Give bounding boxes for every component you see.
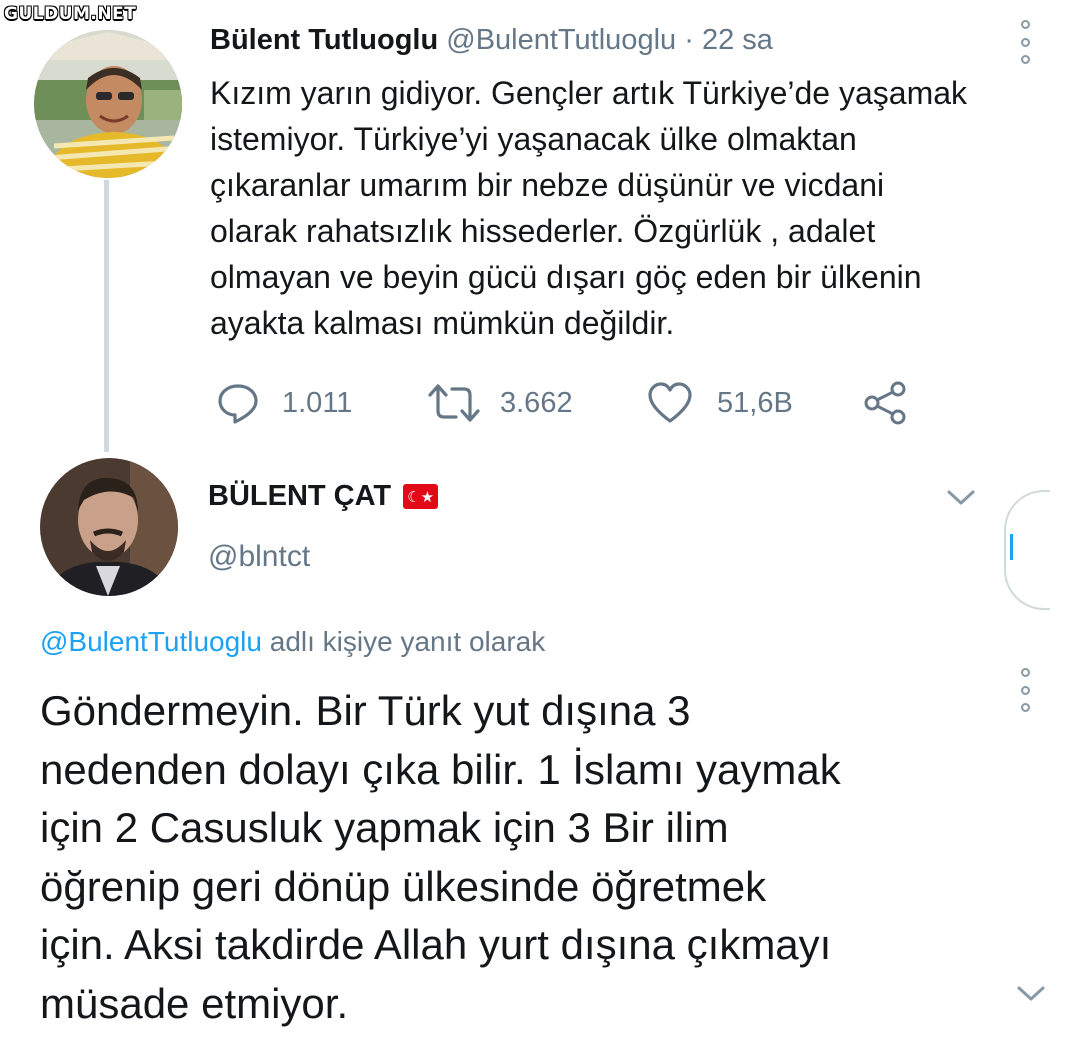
tweet2-text-line: Göndermeyin. Bir Türk yut dışına 3 <box>40 687 691 734</box>
tweet2-handle[interactable]: @blntct <box>208 540 310 574</box>
expand-chevron-down-icon[interactable] <box>1016 985 1046 1003</box>
reply-icon <box>218 384 258 424</box>
tweet1-text-line: olarak rahatsızlık hissederler. Özgürlük… <box>210 213 876 249</box>
retweet-icon <box>428 384 480 422</box>
tweet2-display-name[interactable]: BÜLENT ÇAT <box>208 480 391 513</box>
tweet1-display-name[interactable]: Bülent Tutluoglu <box>210 24 438 56</box>
tweet1-handle[interactable]: @BulentTutluoglu <box>446 24 676 56</box>
watermark-logo: GULDUM.NET <box>4 4 137 24</box>
tweet1-timestamp[interactable]: 22 sa <box>702 24 773 56</box>
tweet2-chevron-down-icon[interactable] <box>946 489 976 507</box>
tweet2-text-line: müsade etmiyor. <box>40 979 349 1027</box>
tweet2-header: BÜLENT ÇAT ☾★ <box>208 480 439 513</box>
reply-mention-link[interactable]: @BulentTutluoglu <box>40 626 262 657</box>
tweet1-avatar-photo <box>34 30 182 178</box>
reply-count: 1.011 <box>282 386 353 419</box>
tweet1-text-line: ayakta kalması mümkün değildir. <box>210 305 675 341</box>
tweet1-more-options-icon[interactable] <box>1018 20 1032 64</box>
share-button[interactable] <box>862 380 908 426</box>
like-button[interactable]: 51,6B <box>647 380 793 426</box>
heart-icon <box>648 382 692 423</box>
tweet1-text-line: istemiyor. Türkiye’yi yaşanacak ülke olm… <box>210 121 857 157</box>
turkey-flag-icon: ☾★ <box>403 484 439 509</box>
tweet1-text: Kızım yarın gidiyor. Gençler artık Türki… <box>210 70 1050 346</box>
reply-context: @BulentTutluoglu adlı kişiye yanıt olara… <box>40 626 545 658</box>
reply-context-text: adlı kişiye yanıt olarak <box>261 626 546 657</box>
tweet2-avatar[interactable] <box>40 458 178 596</box>
thread-connector-line <box>104 180 109 452</box>
header-separator: · <box>684 24 694 56</box>
tweet2-text-line: için 2 Casusluk yapmak için 3 Bir ilim <box>40 804 729 851</box>
tweet2-avatar-photo <box>40 458 178 596</box>
tweet1-text-line: olmayan ve beyin gücü dışarı göç eden bi… <box>210 259 922 295</box>
retweet-button[interactable]: 3.662 <box>426 380 573 426</box>
like-count: 51,6B <box>717 386 793 419</box>
tweet1-text-line: çıkaranlar umarım bir nebze düşünür ve v… <box>210 167 885 203</box>
tweet1-text-line: Kızım yarın gidiyor. Gençler artık Türki… <box>210 75 968 111</box>
follow-button[interactable] <box>1004 490 1050 610</box>
share-icon <box>864 381 906 425</box>
retweet-count: 3.662 <box>500 386 573 419</box>
reply-button[interactable]: 1.011 <box>216 380 352 426</box>
tweet1-avatar[interactable] <box>34 30 182 178</box>
tweet2-text-line: nedenden dolayı çıka bilir. 1 İslamı yay… <box>40 745 841 793</box>
tweet2-text-line: öğrenip geri dönüp ülkesinde öğretmek <box>40 862 767 910</box>
tweet2-text: Göndermeyin. Bir Türk yut dışına 3 neden… <box>40 682 1000 1033</box>
follow-button-edge <box>1010 534 1013 560</box>
tweet1-header: Bülent Tutluoglu @BulentTutluoglu · 22 s… <box>210 24 773 57</box>
tweet2-text-line: için. Aksi takdirde Allah yurt dışına çı… <box>40 921 832 968</box>
tweet2-more-options-icon[interactable] <box>1018 668 1032 712</box>
